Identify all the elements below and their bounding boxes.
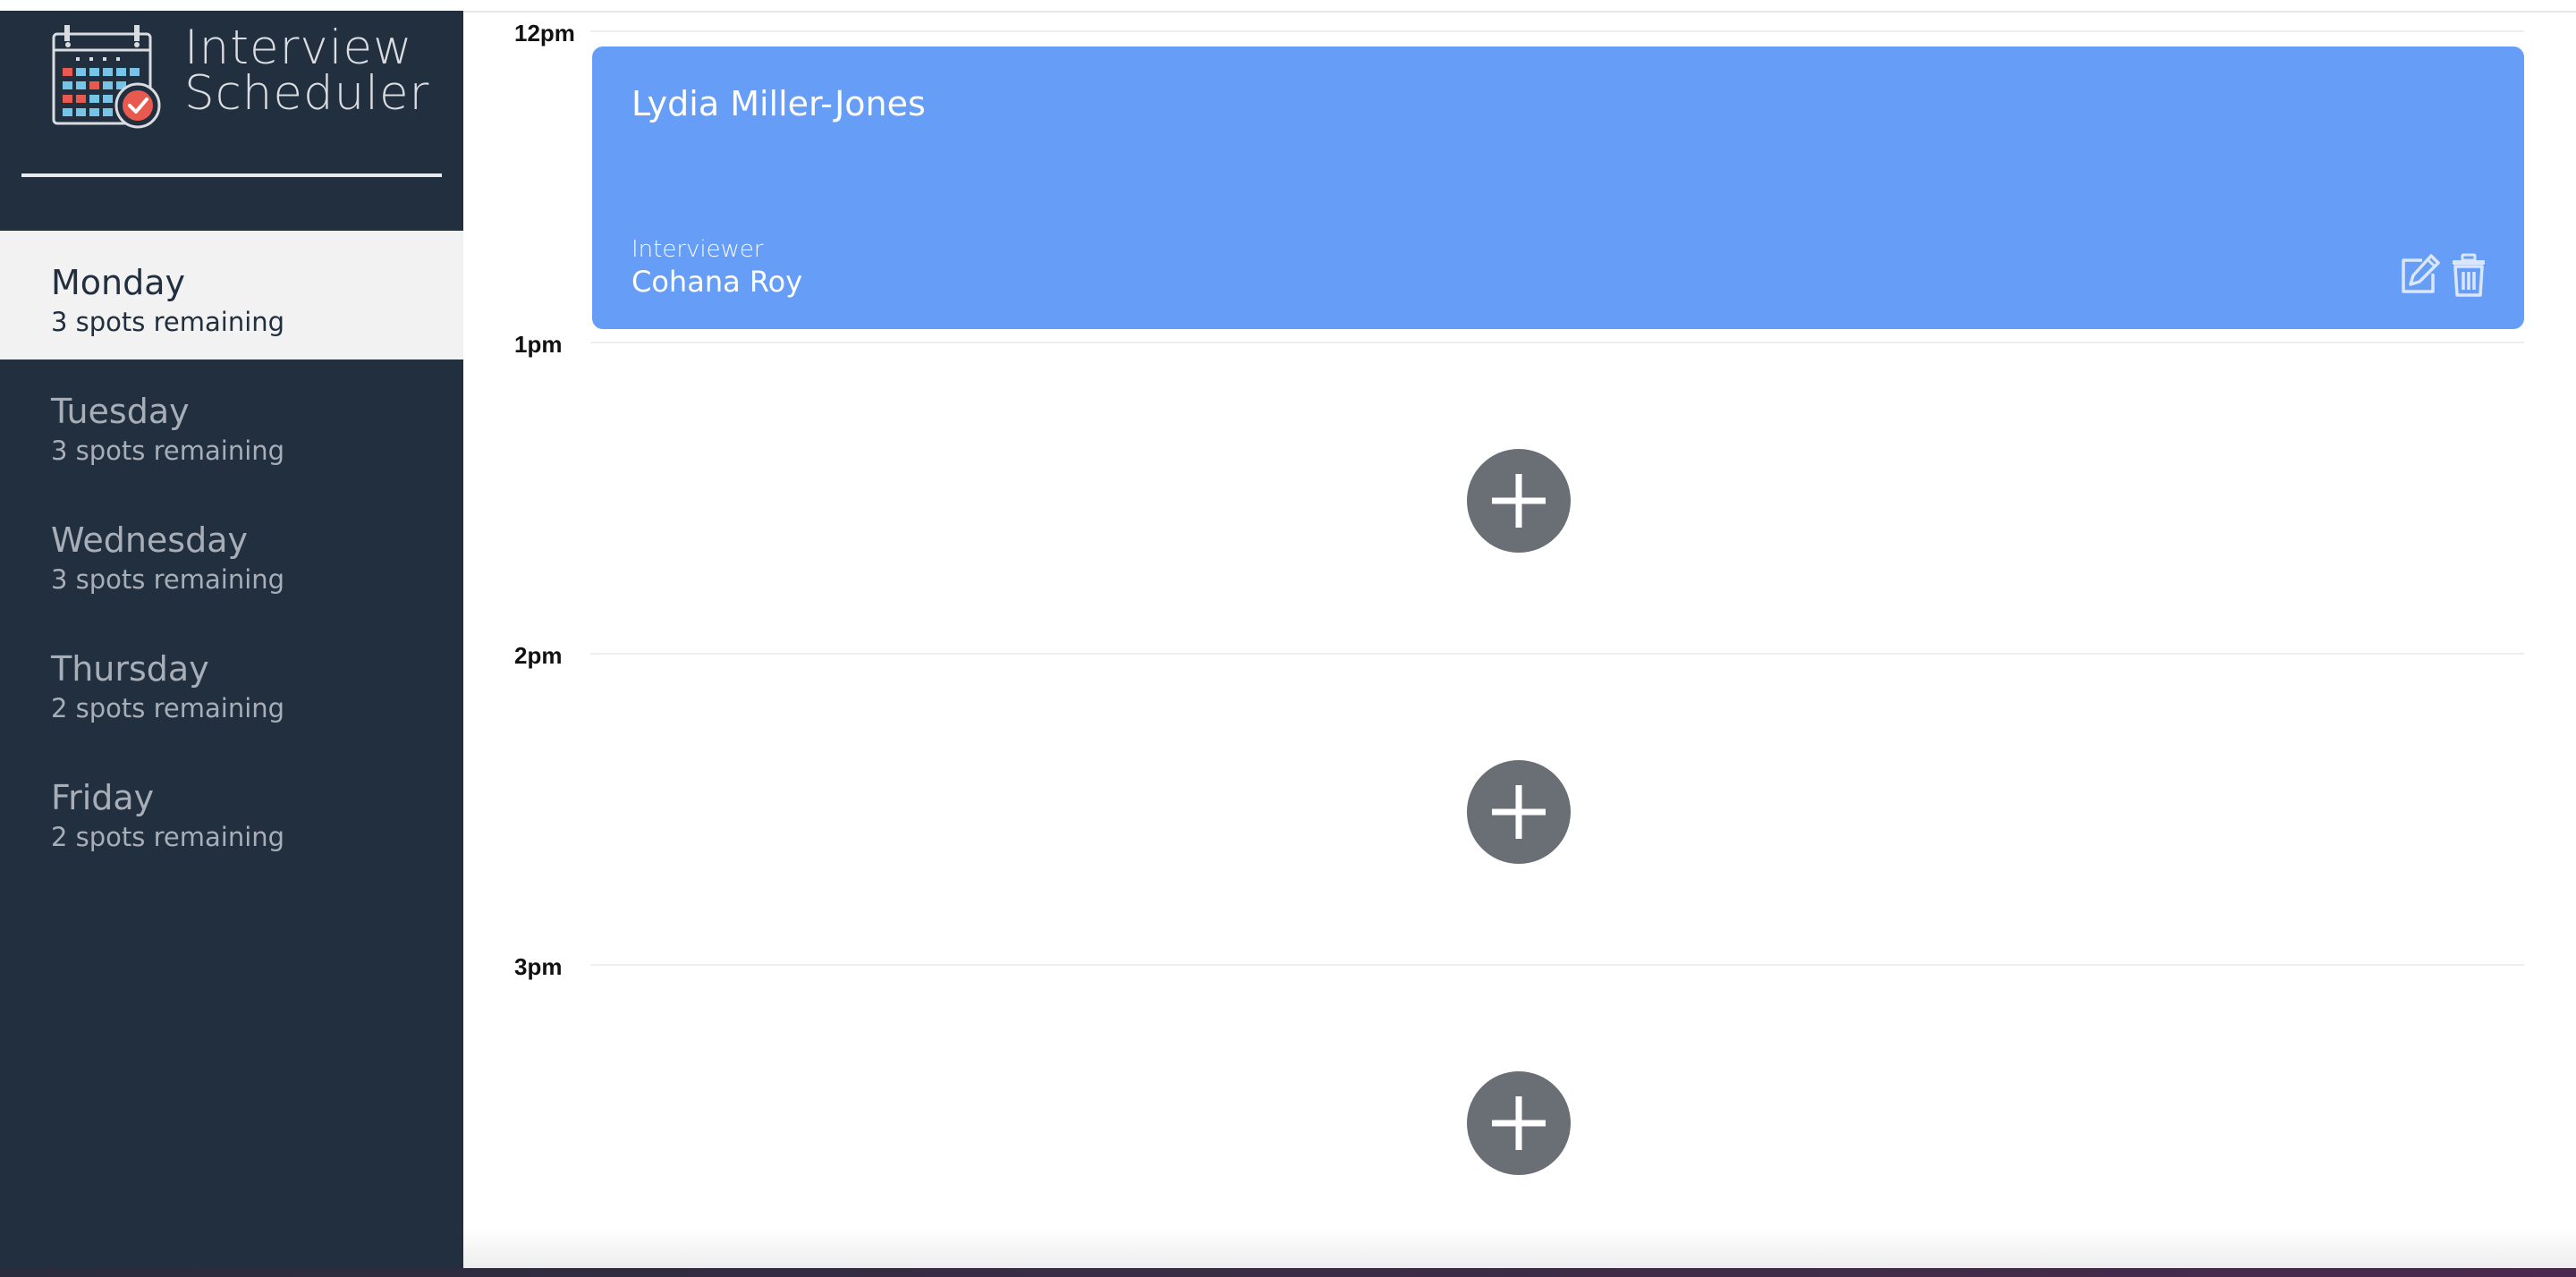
plus-icon [1492, 1096, 1546, 1150]
day-name: Thursday [51, 649, 209, 689]
day-spots: 3 spots remaining [51, 564, 285, 595]
trash-icon[interactable] [2445, 252, 2492, 299]
hour-divider [590, 964, 2524, 966]
interviewer-name: Cohana Roy [631, 265, 803, 299]
time-label-2pm: 2pm [514, 642, 563, 669]
day-item-friday[interactable]: Friday 2 spots remaining [0, 746, 463, 875]
sidebar-divider [21, 173, 442, 177]
hour-divider [590, 30, 2524, 32]
day-name: Tuesday [51, 392, 190, 431]
day-item-tuesday[interactable]: Tuesday 3 spots remaining [0, 359, 463, 488]
hour-divider [590, 342, 2524, 343]
hour-divider [590, 653, 2524, 655]
day-item-wednesday[interactable]: Wednesday 3 spots remaining [0, 488, 463, 617]
day-spots: 2 spots remaining [51, 693, 285, 723]
schedule: 12pm Lydia Miller-Jones Interviewer Coha… [463, 13, 2576, 1268]
add-appointment-button[interactable] [1467, 760, 1571, 864]
scroll-shadow [463, 1229, 2576, 1268]
time-label-12pm: 12pm [514, 20, 575, 47]
sidebar: Interview Scheduler Monday 3 spots remai… [0, 11, 463, 1268]
day-name: Monday [51, 263, 186, 302]
day-spots: 3 spots remaining [51, 436, 285, 466]
app-title-line2: Scheduler [184, 66, 430, 121]
time-label-1pm: 1pm [514, 331, 563, 358]
student-name: Lydia Miller-Jones [631, 84, 926, 123]
day-spots: 3 spots remaining [51, 307, 285, 337]
calendar-check-icon [52, 25, 161, 129]
edit-icon[interactable] [2395, 252, 2442, 299]
day-list: Monday 3 spots remaining Tuesday 3 spots… [0, 231, 463, 875]
interviewer-label: Interviewer [631, 236, 764, 263]
app-root: Interview Scheduler Monday 3 spots remai… [0, 0, 2576, 1277]
day-name: Wednesday [51, 520, 249, 560]
time-label-3pm: 3pm [514, 953, 563, 980]
day-item-monday[interactable]: Monday 3 spots remaining [0, 231, 463, 359]
day-name: Friday [51, 778, 155, 817]
add-appointment-button[interactable] [1467, 449, 1571, 553]
plus-icon [1492, 785, 1546, 839]
window-bottom-edge [0, 1268, 2576, 1277]
day-item-thursday[interactable]: Thursday 2 spots remaining [0, 617, 463, 746]
app-title-line1: Interview [184, 21, 413, 75]
add-appointment-button[interactable] [1467, 1071, 1571, 1175]
plus-icon [1492, 474, 1546, 528]
app-title: Interview Scheduler [184, 21, 430, 121]
day-spots: 2 spots remaining [51, 822, 285, 852]
appointment-card: Lydia Miller-Jones Interviewer Cohana Ro… [592, 47, 2524, 329]
